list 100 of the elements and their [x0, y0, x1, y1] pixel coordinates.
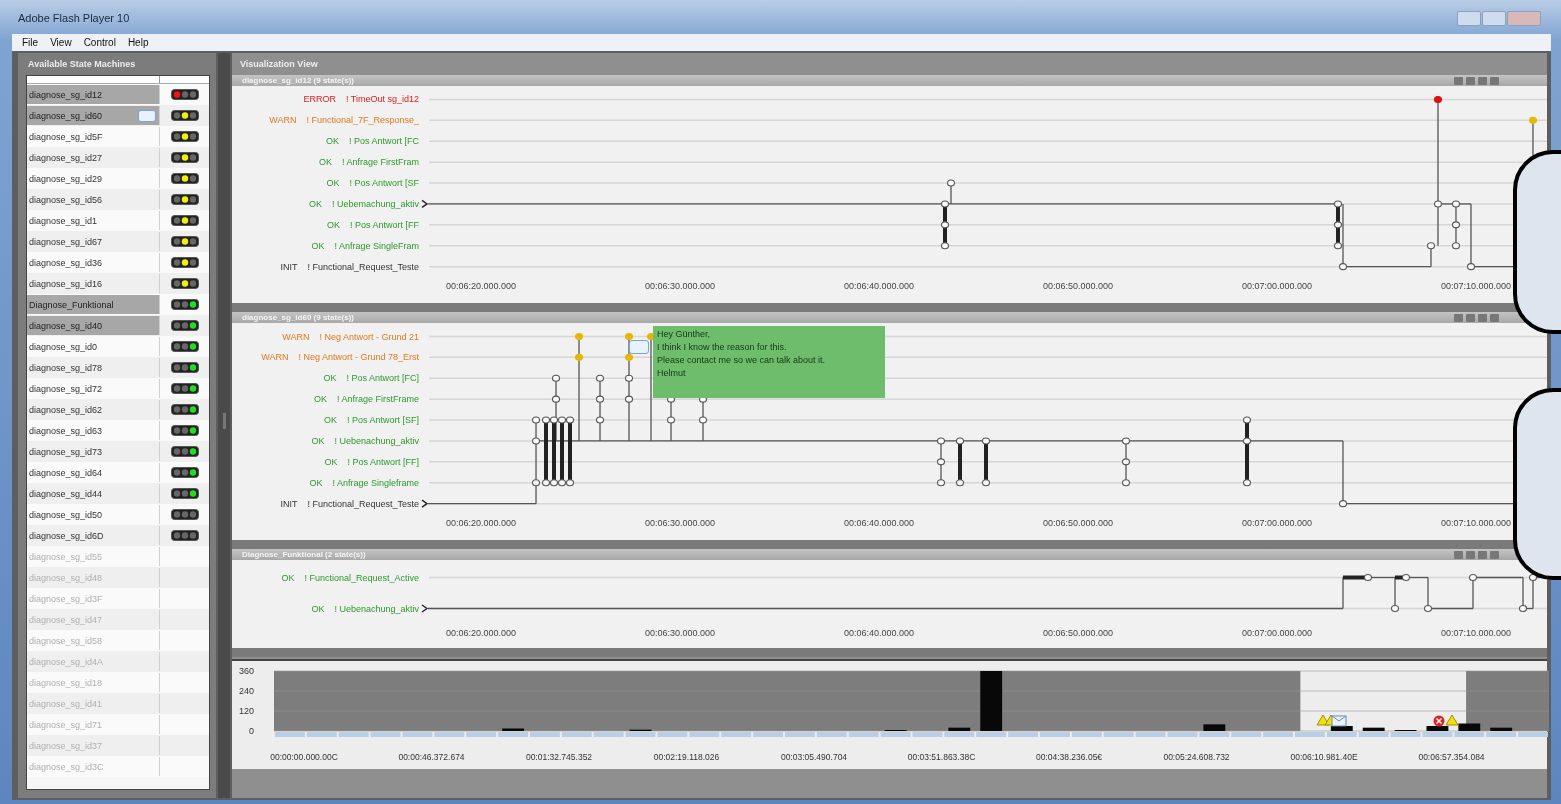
histogram-bar: [502, 728, 524, 732]
state-label: OK ! Pos Antwort [FC: [324, 135, 420, 149]
traffic-light-icon: [170, 404, 199, 415]
state-label: OK ! Uebenachung_aktiv: [310, 602, 420, 616]
axis-label: 00:02:19.118.026: [653, 752, 720, 763]
state-machine-item[interactable]: diagnose_sg_id60: [27, 106, 160, 125]
traffic-light-icon: [170, 488, 199, 499]
axis-label: 00:00:00.000.00C: [270, 752, 338, 763]
traffic-light-icon: [170, 236, 199, 247]
menu-item[interactable]: Help: [127, 37, 149, 48]
envelope-icon: [1331, 715, 1347, 727]
state-label: OK ! Anfrage FirstFram: [317, 156, 420, 170]
axis-label: 00:06:20.000.000: [444, 281, 518, 292]
axis-label: 00:06:20.000.000: [444, 518, 518, 529]
window-title: Adobe Flash Player 10: [17, 12, 130, 24]
panel-title: diagnose_sg_id60 (9 state(s)): [242, 312, 355, 324]
error-icon: [1433, 715, 1445, 727]
axis-label: 00:03:05.490.704: [780, 752, 848, 763]
splitter-handle[interactable]: [218, 53, 230, 798]
state-label: WARN ! Functional_7F_Response_: [268, 114, 420, 128]
state-label: WARN ! Neg Antwort - Grund 21: [281, 330, 420, 344]
traffic-light-icon: [170, 530, 199, 541]
state-label: OK ! Uebemachung_aktiv: [307, 198, 420, 211]
axis-label: 00:06:30.000.000: [643, 518, 717, 529]
axis-label: 0: [249, 726, 254, 737]
traffic-light-icon: [170, 131, 199, 142]
menu-item[interactable]: View: [50, 37, 72, 48]
axis-label: 120: [238, 706, 254, 717]
state-label: INIT ! Functional_Request_Teste: [279, 497, 420, 511]
axis-label: 00:06:30.000.000: [643, 628, 717, 639]
axis-label: 00:07:00.000.000: [1240, 628, 1314, 639]
axis-label: 00:05:24.608.732: [1163, 752, 1230, 763]
state-label: OK ! Pos Antwort [FF: [325, 218, 420, 232]
traffic-light-icon: [170, 173, 199, 184]
traffic-light-icon: [170, 320, 199, 331]
menu-item[interactable]: File: [22, 37, 39, 48]
traffic-light-icon: [170, 509, 199, 520]
note-text: I think I know the reason for this.: [657, 341, 788, 355]
axis-label: 00:06:40.000.000: [842, 518, 916, 529]
traffic-light-icon: [170, 215, 199, 226]
traffic-light-icon: [170, 341, 199, 352]
histogram-bar: [1362, 727, 1385, 732]
axis-label: 00:06:50.000.000: [1041, 281, 1115, 292]
histogram-bar: [1458, 723, 1481, 732]
menu-item[interactable]: Control: [83, 37, 116, 48]
axis-label: 00:07:10.000.000: [1439, 281, 1513, 292]
axis-label: 00:06:50.000.000: [1041, 628, 1115, 639]
axis-label: 00:07:10.000.000: [1439, 628, 1513, 639]
state-label: OK ! Pos Antwort [FF]: [323, 456, 420, 469]
axis-label: 00:04:38.236.05€: [1035, 752, 1103, 763]
axis-label: 00:07:00.000.000: [1240, 518, 1314, 529]
warning-icon: [1316, 714, 1330, 726]
axis-label: 00:06:40.000.000: [842, 628, 916, 639]
minimize-button[interactable]: [1457, 10, 1481, 26]
panel-title: Diagnose_Funktional (2 state(s)): [242, 549, 366, 561]
note-text: Hey Günther,: [657, 328, 712, 342]
panel-title: Available State Machines: [27, 58, 137, 71]
state-label: WARN ! Neg Antwort - Grund 78_Erst: [260, 351, 420, 365]
state-label: OK ! Pos Antwort [SF]: [322, 414, 420, 428]
axis-label: 00:06:20.000.000: [444, 628, 518, 639]
histogram-bar: [1490, 727, 1513, 732]
state-machine-item[interactable]: Diagnose_Funktional: [27, 295, 160, 314]
histogram-bar: [1426, 726, 1449, 732]
state-label: OK ! Anfrage FirstFrame: [312, 393, 420, 407]
state-label: OK ! Anfrage SingleFram: [310, 239, 420, 253]
traffic-light-icon: [170, 278, 199, 289]
axis-label: 00:06:40.000.000: [842, 281, 916, 292]
view-title: Visualization View: [239, 58, 319, 71]
traffic-light-icon: [170, 194, 199, 205]
panel-title: diagnose_sg_id12 (9 state(s)): [242, 75, 355, 86]
state-label: OK ! Pos Antwort [FC]: [322, 372, 420, 386]
traffic-light-icon: [170, 425, 199, 436]
axis-label: 00:06:57.354.084: [1418, 752, 1485, 763]
state-label: INIT ! Functional_Request_Teste: [279, 260, 420, 274]
axis-label: 00:00:46.372.674: [398, 752, 465, 763]
axis-label: 00:01:32.745.352: [525, 752, 593, 763]
traffic-light-icon: [170, 299, 199, 310]
state-machine-item[interactable]: diagnose_sg_id40: [27, 316, 160, 335]
maximize-button[interactable]: [1482, 10, 1506, 26]
state-label: OK ! Anfrage Singleframe: [308, 476, 420, 490]
histogram-bar: [980, 671, 1003, 732]
traffic-light-icon: [170, 383, 199, 394]
traffic-light-icon: [170, 446, 199, 457]
envelope-icon: [629, 340, 649, 355]
histogram-bar: [948, 727, 971, 732]
traffic-light-icon: [170, 257, 199, 268]
axis-label: 00:03:51.863.38C: [907, 752, 976, 763]
traffic-light-icon: [170, 362, 199, 373]
close-button[interactable]: [1507, 10, 1541, 26]
warning-icon: [1445, 714, 1459, 726]
state-label: ERROR ! TimeOut sg_id12: [302, 93, 420, 107]
axis-label: 00:07:00.000.000: [1240, 281, 1314, 292]
note-text: Helmut: [657, 367, 687, 381]
state-machine-item[interactable]: diagnose_sg_id12: [27, 85, 160, 104]
traffic-light-icon: [170, 152, 199, 163]
axis-label: 360: [238, 666, 254, 677]
traffic-light-icon: [170, 467, 199, 478]
state-label: OK ! Functional_Request_Active: [280, 571, 420, 585]
state-label: OK ! Pos Antwort [SF: [325, 177, 420, 191]
axis-label: 240: [238, 686, 254, 697]
